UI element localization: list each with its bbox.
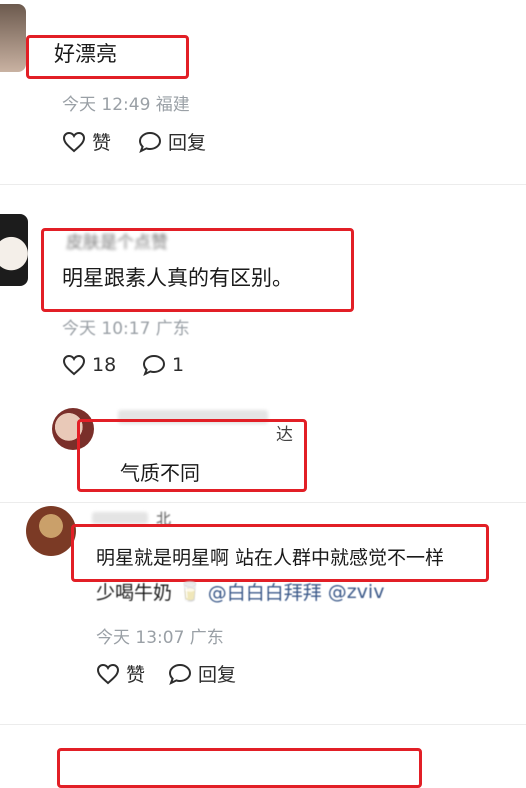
highlight-box xyxy=(77,419,307,492)
highlight-box xyxy=(41,228,354,312)
mention-link[interactable]: @白白白拜拜 xyxy=(208,578,322,605)
divider xyxy=(0,184,526,185)
comment-continuation: 少喝牛奶 🥛 @白白白拜拜 @zviv xyxy=(96,578,384,605)
heart-icon xyxy=(96,663,120,684)
like-button[interactable]: 赞 xyxy=(96,660,145,687)
like-label: 赞 xyxy=(126,664,146,686)
comment-bubble-icon xyxy=(138,131,162,153)
comment-meta: 今天 13:07 广东 xyxy=(96,628,224,648)
comment-bubble-icon xyxy=(168,663,192,685)
like-button[interactable]: 赞 xyxy=(62,128,111,155)
divider xyxy=(0,724,526,725)
divider xyxy=(0,502,526,503)
avatar[interactable] xyxy=(26,506,76,556)
reply-button[interactable]: 回复 xyxy=(168,660,236,687)
heart-icon xyxy=(62,354,86,376)
milk-emoji-icon: 🥛 xyxy=(178,581,202,603)
like-label: 赞 xyxy=(92,132,112,154)
highlight-box xyxy=(71,524,489,582)
username[interactable] xyxy=(92,512,148,524)
reply-button[interactable]: 1 xyxy=(142,354,184,376)
reply-label: 回复 xyxy=(168,132,207,154)
highlight-box xyxy=(57,748,422,788)
comment-meta: 今天 12:49 福建 xyxy=(62,95,190,115)
mention-link[interactable]: @zviv xyxy=(328,581,385,603)
reply-label: 回复 xyxy=(198,664,237,686)
continuation-text: 少喝牛奶 xyxy=(96,582,173,604)
avatar[interactable] xyxy=(0,4,26,72)
like-count: 18 xyxy=(92,354,117,376)
like-button[interactable]: 18 xyxy=(62,354,116,376)
avatar[interactable] xyxy=(0,214,28,286)
reply-count: 1 xyxy=(172,354,185,376)
comment-meta: 今天 10:17 广东 xyxy=(62,319,190,339)
highlight-box xyxy=(26,35,189,79)
comment-bubble-icon xyxy=(142,354,166,376)
heart-icon xyxy=(62,131,86,152)
reply-button[interactable]: 回复 xyxy=(138,128,206,155)
